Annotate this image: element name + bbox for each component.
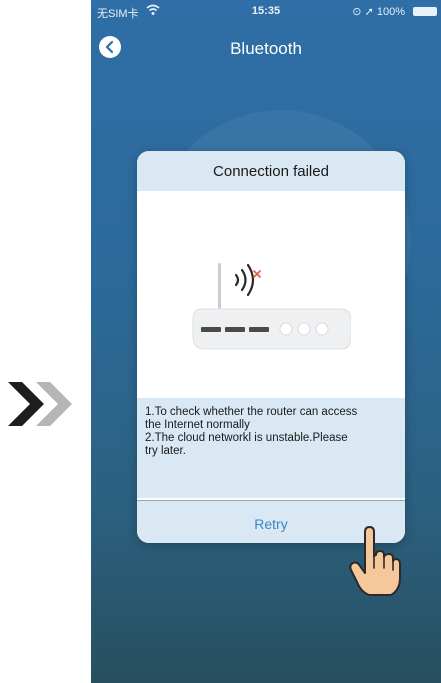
status-bar: 无SIM卡 15:35 ⊙ ➚ 100% xyxy=(91,0,441,24)
error-message-text: 1.To check whether the router can access… xyxy=(145,406,358,457)
nav-bar: Bluetooth xyxy=(91,26,441,70)
alarm-icon: ⊙ xyxy=(352,6,362,18)
error-message-panel: 1.To check whether the router can access… xyxy=(137,398,405,498)
location-icon: ➚ xyxy=(364,6,374,18)
connection-failed-dialog: Connection failed 1.To check whether the… xyxy=(137,151,405,543)
hand-pointer-icon xyxy=(349,526,401,596)
router-icon xyxy=(192,263,351,350)
phone-screen: 无SIM卡 15:35 ⊙ ➚ 100% Bluetooth Connectio… xyxy=(91,0,441,683)
status-right: ⊙ ➚ 100% xyxy=(352,5,405,18)
page-title: Bluetooth xyxy=(230,39,302,58)
dialog-header: Connection failed xyxy=(137,151,405,191)
battery-icon xyxy=(413,7,437,16)
double-chevron-right-icon xyxy=(8,382,72,426)
battery-percent: 100% xyxy=(376,6,405,18)
dialog-title: Connection failed xyxy=(213,163,329,180)
